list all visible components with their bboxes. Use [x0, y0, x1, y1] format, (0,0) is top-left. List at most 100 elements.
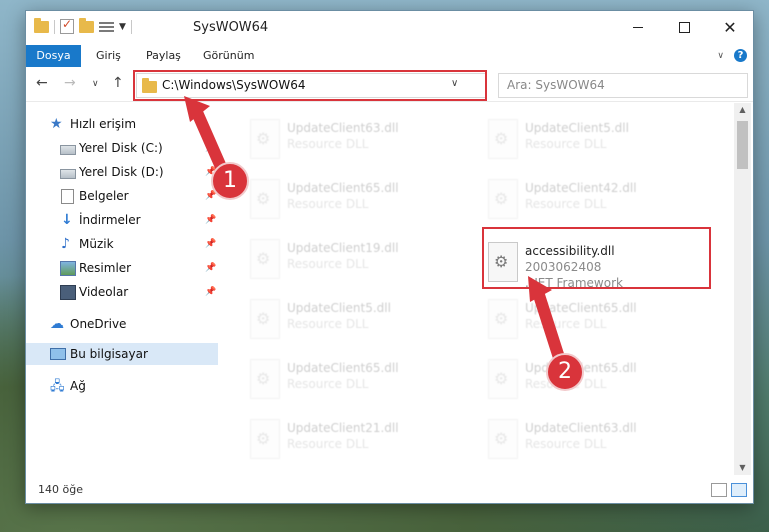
file-item[interactable]: ⚙ UpdateClient63.dll Resource DLL	[239, 113, 459, 165]
file-item[interactable]: ⚙ UpdateClient65.dll Resource DLL	[477, 353, 697, 405]
sidebar-item-this-pc[interactable]: Bu bilgisayar	[26, 343, 218, 365]
recent-locations-button[interactable]: ∨	[92, 79, 99, 89]
pin-icon[interactable]: 📌	[205, 239, 216, 249]
tab-share[interactable]: Paylaş	[146, 45, 181, 67]
sidebar-item-label: Yerel Disk (D:)	[79, 165, 164, 179]
chevron-down-icon: ∨	[92, 79, 99, 89]
expand-ribbon-icon[interactable]: ∨	[717, 51, 724, 61]
window-title: SysWOW64	[193, 20, 269, 35]
file-type: Resource DLL	[287, 377, 369, 391]
pin-icon[interactable]: 📌	[205, 287, 216, 297]
sidebar-item-label: Belgeler	[79, 189, 129, 203]
file-name: UpdateClient65.dll	[287, 181, 399, 195]
pin-icon[interactable]: 📌	[205, 143, 216, 153]
file-item[interactable]: ⚙ UpdateClient65.dll Resource DLL	[239, 353, 459, 405]
search-input[interactable]: Ara: SysWOW64	[498, 73, 748, 98]
search-placeholder: Ara: SysWOW64	[507, 78, 605, 92]
maximize-button[interactable]	[661, 11, 707, 43]
tab-file[interactable]: Dosya	[26, 45, 81, 67]
scroll-down-icon[interactable]: ▼	[734, 461, 751, 475]
qat-dropdown-icon[interactable]: ▼	[119, 22, 126, 32]
sidebar-item-videos[interactable]: Videolar 📌	[26, 281, 219, 303]
tab-home[interactable]: Giriş	[96, 45, 121, 67]
computer-icon	[50, 348, 66, 360]
sidebar-item-documents[interactable]: Belgeler 📌	[26, 185, 219, 207]
file-type: Resource DLL	[525, 437, 607, 451]
customize-icon[interactable]	[99, 20, 114, 33]
pictures-icon	[60, 260, 76, 276]
sidebar-item-drive-d[interactable]: Yerel Disk (D:) 📌	[26, 161, 219, 183]
window-controls: ✕	[615, 11, 753, 43]
tab-view[interactable]: Görünüm	[203, 45, 254, 67]
navigation-pane: ★ Hızlı erişim Yerel Disk (C:) 📌 Yerel D…	[26, 103, 219, 463]
document-icon	[61, 188, 74, 204]
sidebar-item-network[interactable]: 🖧 Ağ	[26, 375, 219, 397]
sidebar-item-downloads[interactable]: ↓ İndirmeler 📌	[26, 209, 219, 231]
dll-file-icon: ⚙	[485, 299, 519, 339]
file-type: Resource DLL	[287, 137, 369, 151]
help-icon[interactable]: ?	[734, 49, 747, 62]
minimize-icon	[633, 26, 643, 28]
sidebar-item-drive-c[interactable]: Yerel Disk (C:) 📌	[26, 137, 219, 159]
file-type: Resource DLL	[287, 437, 369, 451]
file-item[interactable]: ⚙ UpdateClient5.dll Resource DLL	[477, 113, 697, 165]
file-name: UpdateClient19.dll	[287, 241, 399, 255]
sidebar-item-label: Videolar	[79, 285, 129, 299]
file-item[interactable]: ⚙ UpdateClient65.dll Resource DLL	[477, 293, 697, 345]
sidebar-item-quick-access[interactable]: ★ Hızlı erişim	[26, 113, 219, 135]
separator	[130, 19, 132, 34]
scrollbar-thumb[interactable]	[737, 121, 748, 169]
properties-check-icon[interactable]	[60, 17, 74, 34]
file-item[interactable]: ⚙ UpdateClient63.dll Resource DLL	[477, 413, 697, 463]
scroll-up-icon[interactable]: ▲	[734, 103, 751, 117]
file-name: UpdateClient65.dll	[525, 301, 637, 315]
vertical-scrollbar[interactable]: ▲ ▼	[734, 103, 751, 475]
pin-icon[interactable]: 📌	[205, 263, 216, 273]
sidebar-item-label: OneDrive	[70, 317, 127, 331]
file-type: Resource DLL	[287, 317, 369, 331]
close-button[interactable]: ✕	[707, 11, 753, 43]
step-2-badge: 2	[546, 353, 584, 391]
view-toggle	[711, 483, 747, 497]
sidebar-item-label: Bu bilgisayar	[70, 347, 148, 361]
file-type: Resource DLL	[525, 317, 607, 331]
details-view-icon[interactable]	[711, 483, 727, 497]
file-item[interactable]: ⚙ UpdateClient21.dll Resource DLL	[239, 413, 459, 463]
sidebar-item-pictures[interactable]: Resimler 📌	[26, 257, 219, 279]
sidebar-item-label: Müzik	[79, 237, 114, 251]
file-item[interactable]: ⚙ UpdateClient5.dll Resource DLL	[239, 293, 459, 345]
network-icon: 🖧	[50, 378, 65, 394]
file-type: Resource DLL	[525, 137, 607, 151]
file-name: UpdateClient5.dll	[287, 301, 391, 315]
sidebar-item-music[interactable]: ♪ Müzik 📌	[26, 233, 219, 255]
cloud-icon: ☁	[50, 315, 64, 332]
forward-button[interactable]: →	[64, 75, 76, 91]
sidebar-item-label: Yerel Disk (C:)	[79, 141, 163, 155]
drive-icon	[60, 169, 76, 179]
file-name: UpdateClient63.dll	[287, 121, 399, 135]
item-count: 140 öğe	[38, 483, 83, 496]
back-button[interactable]: ←	[36, 75, 48, 91]
minimize-button[interactable]	[615, 11, 661, 43]
sidebar-item-onedrive[interactable]: ☁ OneDrive	[26, 313, 219, 335]
back-arrow-icon: ←	[36, 75, 48, 91]
sidebar-item-label: Resimler	[79, 261, 132, 275]
address-highlight-box	[133, 70, 487, 101]
tiles-view-icon[interactable]	[731, 483, 747, 497]
dll-file-icon: ⚙	[485, 359, 519, 399]
new-folder-icon[interactable]	[79, 17, 94, 33]
folder-icon	[34, 17, 49, 33]
pin-icon[interactable]: 📌	[205, 215, 216, 225]
file-name: UpdateClient42.dll	[525, 181, 637, 195]
maximize-icon	[678, 21, 690, 33]
file-item[interactable]: ⚙ UpdateClient65.dll Resource DLL	[239, 173, 459, 225]
up-button[interactable]: ↑	[112, 75, 124, 91]
file-item[interactable]: ⚙ UpdateClient19.dll Resource DLL	[239, 233, 459, 285]
drive-icon	[60, 145, 76, 155]
dll-file-icon: ⚙	[247, 179, 281, 219]
close-icon: ✕	[723, 17, 737, 37]
file-item[interactable]: ⚙ UpdateClient42.dll Resource DLL	[477, 173, 697, 225]
dll-file-icon: ⚙	[247, 299, 281, 339]
quick-access-toolbar: ▼	[34, 17, 132, 34]
file-name: UpdateClient65.dll	[287, 361, 399, 375]
